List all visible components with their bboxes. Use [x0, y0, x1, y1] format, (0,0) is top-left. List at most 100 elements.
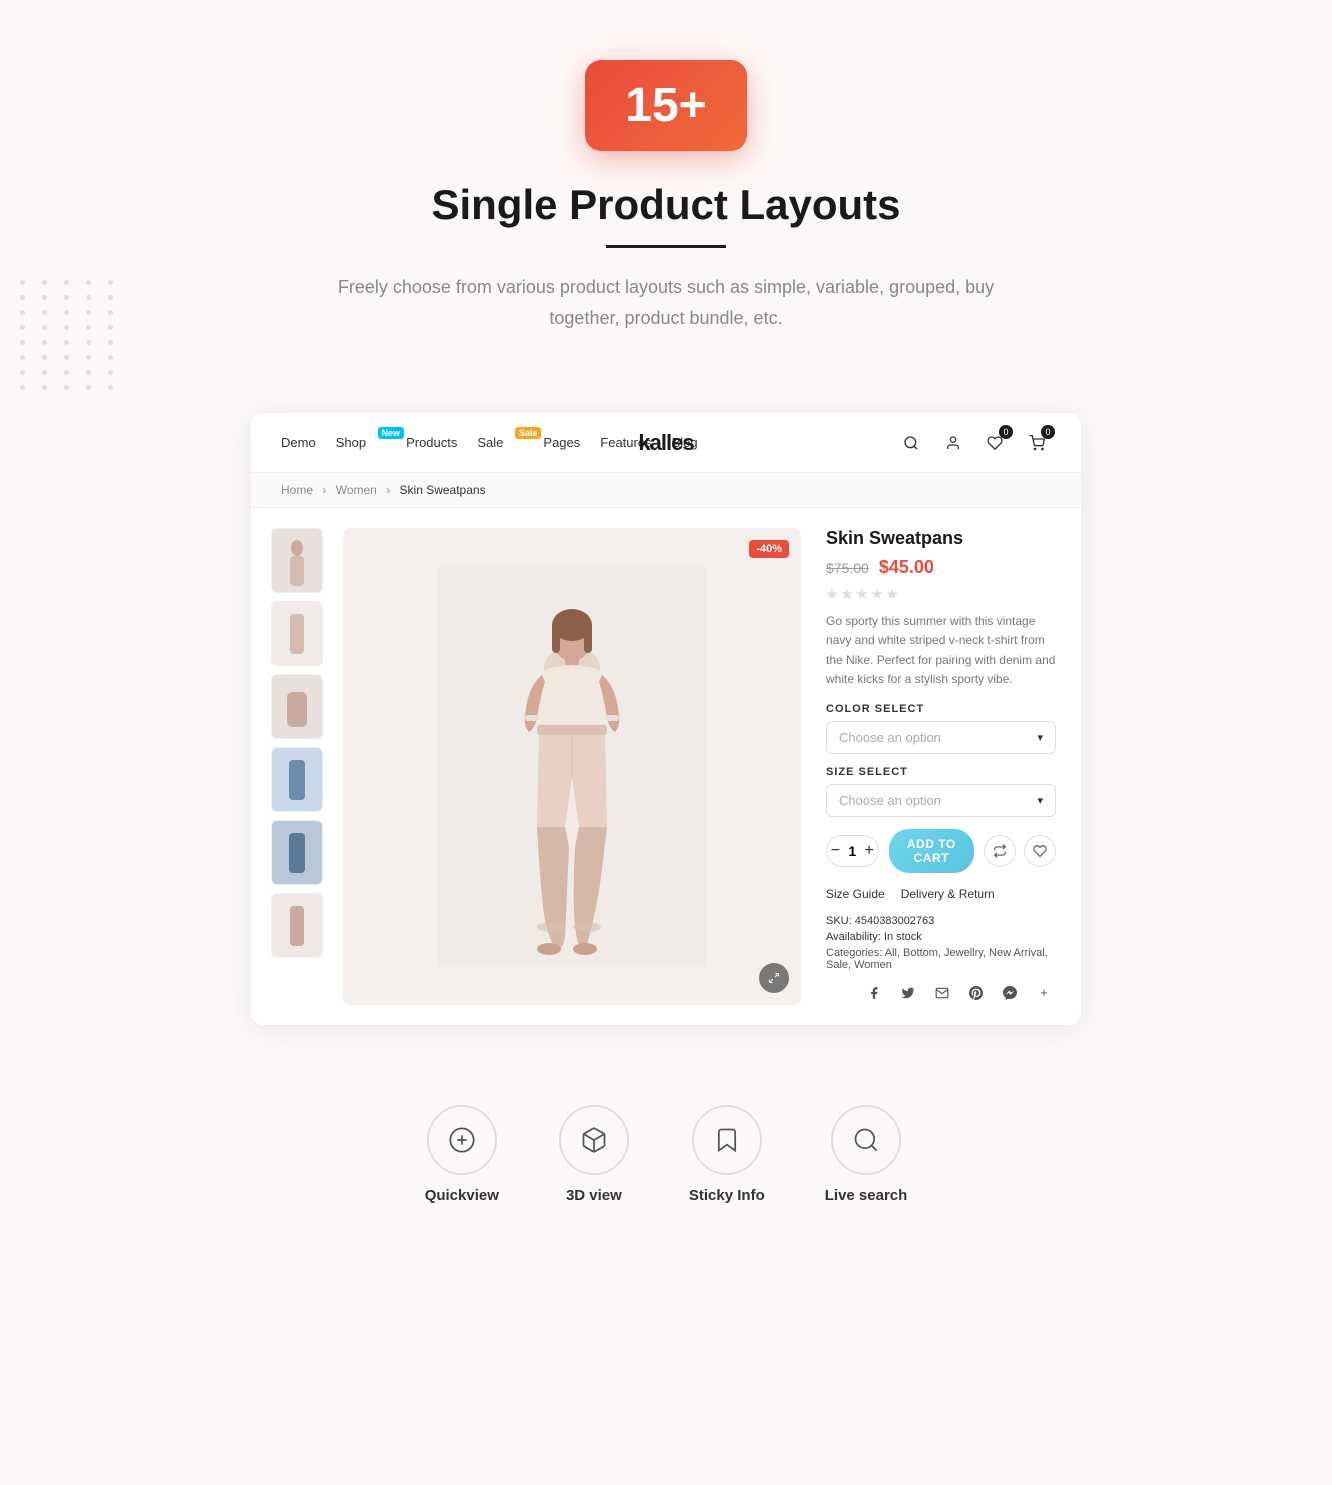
product-main-image: -40%: [343, 528, 801, 1005]
title-underline: [606, 245, 726, 248]
thumbnail-1[interactable]: [271, 528, 323, 593]
sale-badge: Sale: [515, 427, 542, 439]
feature-3dview: 3D view: [559, 1105, 629, 1204]
breadcrumb-women[interactable]: Women: [336, 483, 377, 497]
size-select[interactable]: Choose an option ▾: [826, 784, 1056, 817]
pinterest-share[interactable]: [964, 981, 988, 1005]
livesearch-label: Live search: [825, 1187, 908, 1204]
thumbnail-list: [271, 528, 323, 1005]
feature-quickview: Quickview: [425, 1105, 499, 1204]
twitter-share[interactable]: [896, 981, 920, 1005]
size-chevron-icon: ▾: [1037, 794, 1043, 807]
star-4: [871, 588, 883, 600]
quickview-label: Quickview: [425, 1187, 499, 1204]
page-title: Single Product Layouts: [20, 181, 1312, 229]
messenger-share[interactable]: [998, 981, 1022, 1005]
quantity-increase[interactable]: +: [861, 836, 878, 866]
account-button[interactable]: [939, 429, 967, 457]
price-group: $75.00 $45.00: [826, 557, 1056, 578]
thumbnail-4[interactable]: [271, 747, 323, 812]
nav-products[interactable]: Products: [406, 435, 457, 450]
quantity-value: 1: [844, 843, 861, 859]
star-1: [826, 588, 838, 600]
site-logo: kalles: [638, 430, 693, 456]
breadcrumb-sep-2: ›: [386, 483, 390, 497]
nav-pages[interactable]: Pages: [543, 435, 580, 450]
sku-value: 4540383002763: [855, 915, 935, 927]
3dview-icon-circle: [559, 1105, 629, 1175]
color-select-label: COLOR SELECT: [826, 703, 1056, 715]
feature-livesearch: Live search: [825, 1105, 908, 1204]
search-button[interactable]: [897, 429, 925, 457]
wishlist-button[interactable]: 0: [981, 429, 1009, 457]
breadcrumb-home[interactable]: Home: [281, 483, 313, 497]
categories-label: Categories:: [826, 947, 882, 959]
social-share-row: +: [826, 981, 1056, 1005]
sku-row: SKU: 4540383002763: [826, 915, 1056, 927]
hero-subtitle: Freely choose from various product layou…: [326, 272, 1006, 333]
star-5: [886, 588, 898, 600]
feature-sticky: Sticky Info: [689, 1105, 765, 1204]
color-select-value: Choose an option: [839, 730, 941, 745]
star-2: [841, 588, 853, 600]
wishlist-add-button[interactable]: [1024, 835, 1056, 867]
sticky-icon-circle: [692, 1105, 762, 1175]
availability-label: Availability:: [826, 931, 881, 943]
breadcrumb: Home › Women › Skin Sweatpans: [251, 473, 1081, 508]
price-original: $75.00: [826, 560, 869, 576]
new-badge: New: [378, 427, 405, 439]
quantity-decrease[interactable]: −: [827, 836, 844, 866]
sticky-label: Sticky Info: [689, 1187, 765, 1204]
livesearch-icon-circle: [831, 1105, 901, 1175]
price-sale: $45.00: [879, 557, 934, 578]
3dview-label: 3D view: [566, 1187, 622, 1204]
product-description: Go sporty this summer with this vintage …: [826, 612, 1056, 689]
product-action-links: Size Guide Delivery & Return: [826, 887, 1056, 901]
sku-label: SKU:: [826, 915, 852, 927]
breadcrumb-sep-1: ›: [322, 483, 326, 497]
cart-button[interactable]: 0: [1023, 429, 1051, 457]
compare-button[interactable]: [984, 835, 1016, 867]
breadcrumb-current: Skin Sweatpans: [400, 483, 486, 497]
wishlist-count: 0: [999, 425, 1013, 439]
email-share[interactable]: [930, 981, 954, 1005]
thumbnail-6[interactable]: [271, 893, 323, 958]
product-name: Skin Sweatpans: [826, 528, 1056, 549]
add-to-cart-button[interactable]: ADD TO CART: [889, 829, 974, 873]
size-guide-link[interactable]: Size Guide: [826, 887, 885, 901]
color-chevron-icon: ▾: [1037, 731, 1043, 744]
product-layout: -40%: [251, 508, 1081, 1025]
navbar: Demo Shop New Products Sale Sale Pages F…: [251, 413, 1081, 473]
size-select-label: SIZE SELECT: [826, 766, 1056, 778]
categories-row: Categories: All, Bottom, Jewellry, New A…: [826, 947, 1056, 971]
product-card: Demo Shop New Products Sale Sale Pages F…: [251, 413, 1081, 1025]
size-select-value: Choose an option: [839, 793, 941, 808]
count-badge: 15+: [585, 60, 746, 151]
color-select[interactable]: Choose an option ▾: [826, 721, 1056, 754]
thumbnail-3[interactable]: [271, 674, 323, 739]
nav-icon-group: 0 0: [897, 429, 1051, 457]
delivery-link[interactable]: Delivery & Return: [901, 887, 995, 901]
facebook-share[interactable]: [862, 981, 886, 1005]
product-image-svg: [437, 567, 707, 967]
expand-button[interactable]: [759, 963, 789, 993]
action-icon-group: [984, 835, 1056, 867]
thumbnail-5[interactable]: [271, 820, 323, 885]
more-share[interactable]: +: [1032, 981, 1056, 1005]
nav-sale[interactable]: Sale Sale: [477, 435, 523, 450]
availability-row: Availability: In stock: [826, 931, 1056, 943]
hero-section: 15+ Single Product Layouts Freely choose…: [0, 0, 1332, 373]
star-rating: [826, 588, 1056, 600]
quickview-icon-circle: [427, 1105, 497, 1175]
features-section: Quickview 3D view Sticky Info Li: [0, 1065, 1332, 1264]
quantity-row: − 1 + ADD TO CART: [826, 829, 1056, 873]
nav-shop[interactable]: Shop New: [336, 435, 386, 450]
star-3: [856, 588, 868, 600]
nav-demo[interactable]: Demo: [281, 435, 316, 450]
discount-badge: -40%: [749, 540, 789, 558]
cart-count: 0: [1041, 425, 1055, 439]
thumbnail-2[interactable]: [271, 601, 323, 666]
nav-links: Demo Shop New Products Sale Sale Pages F…: [281, 435, 897, 450]
quantity-control: − 1 +: [826, 835, 879, 867]
product-info: Skin Sweatpans $75.00 $45.00 Go sporty t…: [821, 528, 1061, 1005]
